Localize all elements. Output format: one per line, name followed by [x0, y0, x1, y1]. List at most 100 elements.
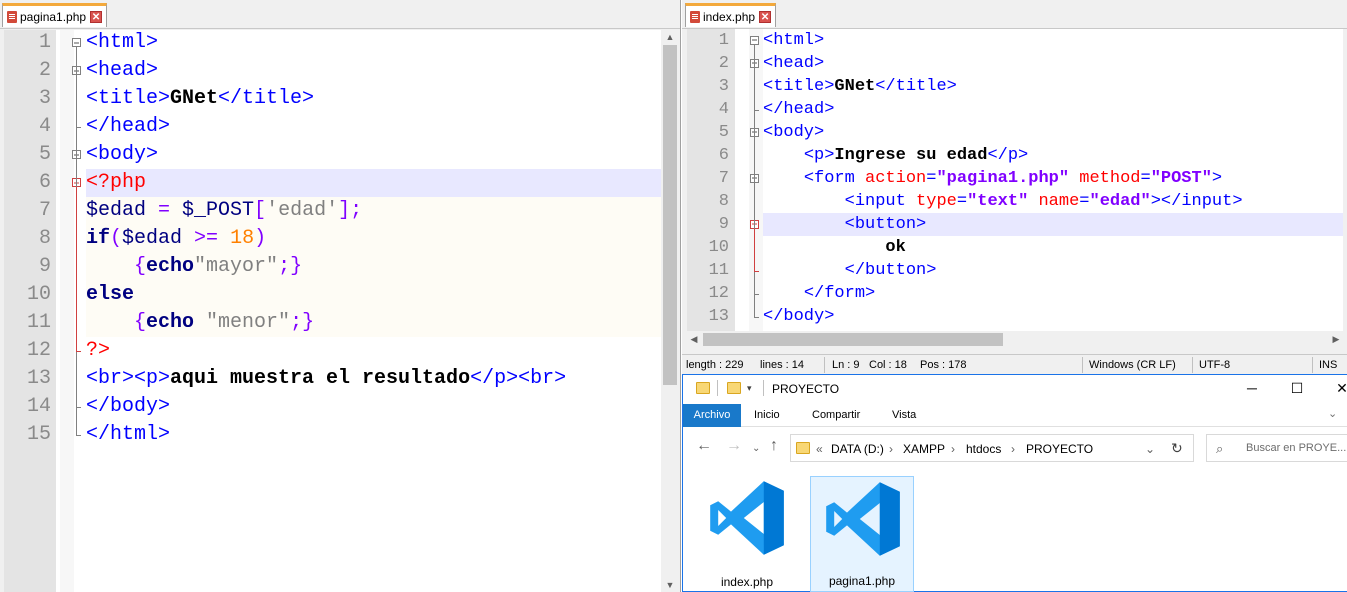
code-line[interactable]: 12 ?>	[4, 337, 661, 365]
back-arrow-icon[interactable]: ←	[696, 438, 712, 454]
file-item-pagina1[interactable]: pagina1.php	[810, 476, 914, 592]
code-line[interactable]: 13 <br><p>aqui muestra el resultado</p><b…	[4, 365, 661, 393]
line-number: 4	[38, 115, 51, 138]
code-line[interactable]: 10 ok	[687, 236, 1343, 259]
code-line[interactable]: 11 {echo "menor";}	[4, 309, 661, 337]
quick-access-dropdown-icon[interactable]: ▾	[747, 383, 752, 394]
close-icon[interactable]: ✕	[1319, 375, 1347, 402]
code-text: </button>	[844, 261, 937, 280]
tab-inicio[interactable]: Inicio	[754, 409, 780, 421]
code-line[interactable]: 2 <head>	[4, 57, 661, 85]
code-line[interactable]: 7 <form action="pagina1.php" method="POS…	[687, 167, 1343, 190]
file-item-index[interactable]: index.php	[695, 476, 799, 592]
code-line[interactable]: 12 </form>	[687, 282, 1343, 305]
address-dropdown-icon[interactable]: ⌄	[1145, 442, 1155, 456]
crumb-htdocs[interactable]: htdocs	[966, 442, 1001, 456]
status-mode: INS	[1319, 359, 1338, 371]
code-line[interactable]: 3 <title>GNet</title>	[4, 85, 661, 113]
file-explorer-window: ▾ PROYECTO ─ ☐ ✕ Archivo Inicio Comparti…	[682, 374, 1347, 592]
tab-vista[interactable]: Vista	[892, 409, 916, 421]
code-line[interactable]: 8 <input type="text" name="edad"></input…	[687, 190, 1343, 213]
line-number: 7	[38, 199, 51, 222]
tab-compartir[interactable]: Compartir	[812, 409, 860, 421]
code-line[interactable]: 13 </body>	[687, 305, 1343, 328]
search-input[interactable]: Buscar en PROYE...	[1246, 442, 1346, 454]
line-number: 8	[718, 192, 729, 211]
line-number: 3	[718, 77, 729, 96]
line-number: 1	[718, 31, 729, 50]
scroll-thumb[interactable]	[703, 333, 1003, 346]
code-line[interactable]: 11 </button>	[687, 259, 1343, 282]
code-line[interactable]: 4 </head>	[4, 113, 661, 141]
right-code-editor[interactable]: 1 <html> 2 <head> 3 <title>GNet</title> 4 </hea…	[687, 29, 1343, 331]
close-tab-icon[interactable]: ✕	[90, 10, 103, 23]
line-number: 9	[718, 215, 729, 234]
ribbon-expand-icon[interactable]: ⌄	[1328, 407, 1337, 420]
fold-toggle-icon[interactable]	[72, 38, 81, 47]
code-line[interactable]: 8 if($edad >= 18)	[4, 225, 661, 253]
code-line[interactable]: 3 <title>GNet</title>	[687, 75, 1343, 98]
line-number: 9	[38, 255, 51, 278]
code-line[interactable]: 1 <html>	[687, 29, 1343, 52]
file-name: pagina1.php	[828, 574, 896, 588]
code-line[interactable]: 5 <body>	[4, 141, 661, 169]
scroll-right-arrow[interactable]: ▶	[1329, 332, 1343, 346]
code-line[interactable]: 9 {echo"mayor";}	[4, 253, 661, 281]
status-length: length : 229	[686, 359, 744, 371]
left-code-editor[interactable]: 1 <html> 2 <head> 3 <title>GNet</title> 4 </hea…	[4, 30, 661, 592]
forward-arrow-icon[interactable]: →	[726, 438, 742, 454]
tab-pagina1[interactable]: pagina1.php ✕	[2, 3, 108, 27]
overflow-chevron[interactable]: «	[816, 442, 823, 456]
address-row: ← → ⌄ ↑ « DATA (D:) › XAMPP › htdocs › P…	[683, 427, 1347, 467]
code-line[interactable]: 6 <p>Ingrese su edad</p>	[687, 144, 1343, 167]
status-lines: lines : 14	[760, 359, 805, 371]
search-icon: ⌕	[1216, 441, 1224, 456]
crumb-drive[interactable]: DATA (D:)	[831, 442, 884, 456]
code-line[interactable]: 4 </head>	[687, 98, 1343, 121]
fold-toggle-icon[interactable]	[750, 35, 759, 45]
code-line[interactable]: 7 $edad = $_POST['edad'];	[4, 197, 661, 225]
fold-end-mark	[76, 407, 81, 408]
recent-dropdown-icon[interactable]: ⌄	[752, 441, 760, 457]
code-line[interactable]: 2 <head>	[687, 52, 1343, 75]
quick-access-folder-icon[interactable]	[727, 382, 741, 394]
line-number: 2	[718, 54, 729, 73]
code-line[interactable]: 9 <button>	[687, 213, 1343, 236]
scroll-thumb[interactable]	[663, 45, 677, 385]
code-line[interactable]: 10 else	[4, 281, 661, 309]
code-line[interactable]: 6 <?php	[4, 169, 661, 197]
up-arrow-icon[interactable]: ↑	[770, 438, 778, 454]
code-line[interactable]: 1 <html>	[4, 30, 661, 57]
close-tab-icon[interactable]: ✕	[759, 10, 772, 23]
tab-index[interactable]: index.php ✕	[685, 3, 777, 27]
code-text: <body>	[86, 143, 159, 166]
fold-end-mark	[76, 351, 81, 352]
maximize-icon[interactable]: ☐	[1274, 375, 1320, 402]
code-text: {echo "menor";}	[134, 311, 315, 334]
refresh-icon[interactable]: ↻	[1171, 440, 1183, 457]
crumb-xampp[interactable]: XAMPP	[903, 442, 945, 456]
code-text: </head>	[763, 100, 835, 119]
code-line[interactable]: 14 </body>	[4, 393, 661, 421]
crumb-separator: ›	[951, 442, 955, 456]
tab-archivo[interactable]: Archivo	[683, 404, 741, 427]
scroll-left-arrow[interactable]: ◀	[687, 332, 701, 346]
code-text: </form>	[803, 284, 876, 303]
fold-end-mark	[754, 109, 759, 111]
line-number: 4	[718, 100, 729, 119]
minimize-icon[interactable]: ─	[1229, 375, 1275, 402]
status-pos: Pos : 178	[920, 359, 967, 371]
right-horizontal-scrollbar[interactable]: ◀ ▶	[687, 331, 1343, 348]
search-box[interactable]: ⌕ Buscar en PROYE...	[1206, 434, 1347, 462]
code-line[interactable]: 15 </html>	[4, 421, 661, 449]
left-vertical-scrollbar[interactable]: ▲ ▼	[661, 30, 679, 592]
scroll-up-arrow[interactable]: ▲	[661, 30, 679, 44]
address-bar[interactable]: « DATA (D:) › XAMPP › htdocs › PROYECTO …	[790, 434, 1194, 462]
code-text: <p>Ingrese su edad</p>	[803, 146, 1029, 165]
code-text: <button>	[844, 215, 927, 234]
code-line[interactable]: 5 <body>	[687, 121, 1343, 144]
line-number: 1	[38, 31, 51, 54]
crumb-proyecto[interactable]: PROYECTO	[1026, 442, 1093, 456]
scroll-down-arrow[interactable]: ▼	[661, 578, 679, 592]
fold-end-mark	[76, 127, 81, 128]
